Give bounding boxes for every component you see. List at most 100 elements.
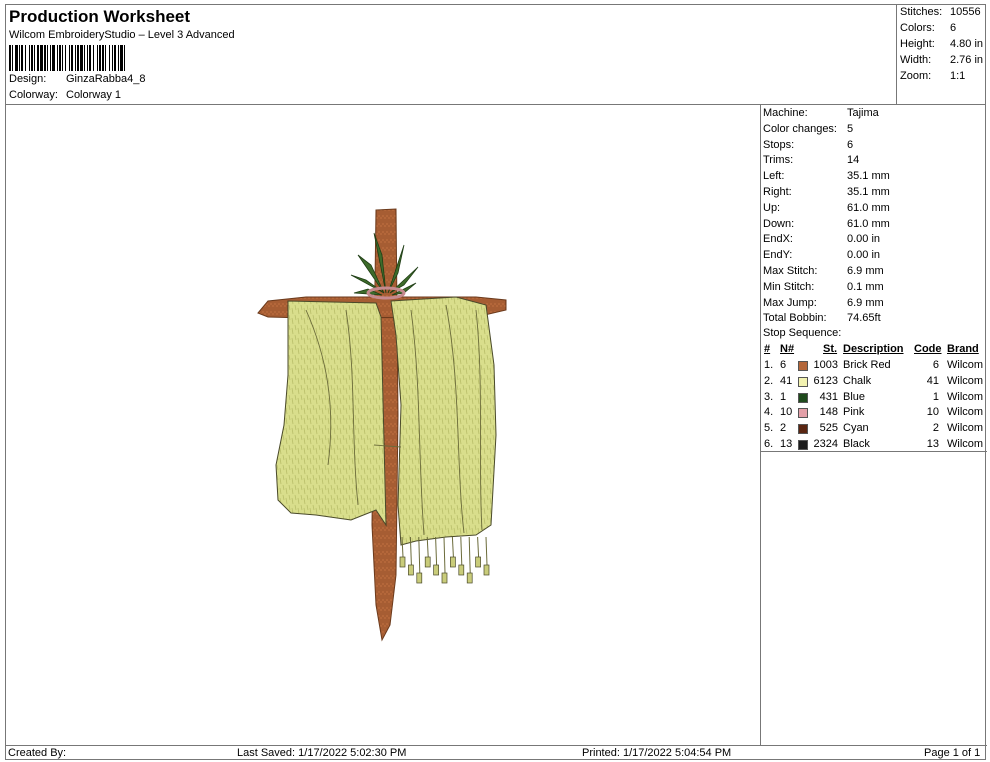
stop-code: 2 [932, 422, 939, 435]
design-label: Design: [9, 73, 47, 85]
machine-info-value: 0.00 in [847, 249, 881, 262]
stop-sequence-header-row: # N# St. Description Code Brand [761, 343, 987, 357]
column-header-code: Code [914, 343, 942, 355]
stop-index: 2. [764, 374, 774, 387]
machine-info-value: 74.65ft [847, 312, 881, 325]
machine-info-row: Max Jump: 6.9 mm [763, 297, 884, 309]
machine-info-row: Min Stitch: 0.1 mm [763, 281, 884, 293]
thread-color-swatch [798, 408, 808, 419]
machine-info-label: Total Bobbin: [763, 312, 827, 325]
stop-description: Cyan [843, 422, 869, 435]
page-title: Production Worksheet [9, 7, 191, 26]
stop-stitches: 1003 [813, 359, 838, 371]
machine-info-row: Up: 61.0 mm [763, 202, 890, 214]
machine-info-row: EndY: 0.00 in [763, 249, 880, 261]
stop-sequence-heading: Stop Sequence: [763, 327, 842, 339]
colorway-label: Colorway: [9, 89, 58, 101]
thread-color-swatch [798, 361, 808, 371]
stop-index: 3. [764, 390, 774, 403]
design-summary: Stitches: 10556 Colors: 6 Height: 4.80 in W… [896, 5, 986, 105]
machine-info-value: 35.1 mm [847, 170, 890, 183]
stop-code: 10 [926, 406, 939, 419]
summary-label: Stitches: [900, 6, 943, 18]
stop-stitches: 148 [819, 406, 838, 419]
summary-label: Width: [900, 54, 932, 66]
summary-label: Zoom: [900, 70, 932, 82]
summary-row: Colors: 6 [900, 22, 956, 34]
stop-sequence-row: 2. 41 6123 Chalk 41 Wilcom [761, 375, 987, 390]
machine-info-label: Max Jump: [763, 296, 817, 309]
machine-info-label: Color changes: [763, 122, 837, 135]
stop-description: Black [843, 438, 870, 450]
column-header-description: Description [843, 343, 904, 355]
machine-info-label: Machine: [763, 107, 808, 119]
machine-info-row: Color changes: 5 [763, 123, 853, 135]
machine-info-label: Right: [763, 186, 792, 198]
thread-color-swatch [798, 424, 808, 435]
machine-info-row: Total Bobbin: 74.65ft [763, 312, 881, 324]
column-header-brand: Brand [947, 343, 979, 355]
summary-value: 1:1 [950, 70, 966, 82]
colorway-row: Colorway: Colorway 1 [9, 89, 121, 101]
machine-info-label: Up: [763, 201, 781, 214]
design-value: GinzaRabba4_8 [66, 73, 146, 85]
summary-value: 2.76 in [950, 54, 984, 66]
summary-value: 10556 [950, 6, 981, 18]
stop-code: 41 [926, 374, 939, 387]
stop-code: 13 [926, 438, 939, 450]
machine-info-row: Right: 35.1 mm [763, 186, 890, 198]
stop-stitches: 431 [819, 390, 838, 403]
embroidery-design-image [257, 208, 507, 642]
stop-description: Blue [843, 390, 866, 403]
stop-sequence-row: 4. 10 148 Pink 10 Wilcom [761, 406, 987, 421]
stop-stitches: 525 [819, 422, 838, 435]
stop-index: 6. [764, 438, 774, 450]
stop-brand: Wilcom [947, 406, 984, 419]
stop-needle: 10 [780, 406, 793, 419]
machine-info-value: 6.9 mm [847, 265, 884, 277]
machine-info-row: Trims: 14 [763, 154, 859, 166]
stop-needle: 13 [780, 438, 793, 450]
summary-label: Colors: [900, 22, 935, 34]
stop-stitches: 6123 [813, 374, 838, 387]
stop-index: 4. [764, 406, 774, 419]
machine-info-value: 0.00 in [847, 233, 881, 246]
stop-code: 1 [932, 390, 939, 403]
machine-info-row: Stops: 6 [763, 139, 853, 151]
stop-needle: 1 [780, 390, 787, 403]
machine-info-label: EndY: [763, 249, 793, 262]
created-by: Created By: [8, 747, 67, 759]
machine-info-value: 61.0 mm [847, 217, 890, 230]
design-preview [6, 105, 761, 745]
machine-info-value: 5 [847, 122, 854, 135]
thread-color-swatch [798, 376, 808, 387]
machine-info-row: Machine: Tajima [763, 107, 879, 119]
machine-info-label: Left: [763, 170, 785, 183]
summary-row: Width: 2.76 in [900, 54, 983, 66]
printed-date: Printed: 1/17/2022 5:04:54 PM [582, 747, 732, 759]
stop-needle: 2 [780, 422, 787, 435]
column-header-st: St. [823, 343, 838, 355]
machine-info-label: EndX: [763, 233, 793, 246]
machine-info-label: Stops: [763, 138, 795, 151]
stop-code: 6 [932, 359, 939, 371]
summary-row: Zoom: 1:1 [900, 70, 965, 82]
machine-info-value: 35.1 mm [847, 186, 890, 198]
stop-index: 1. [764, 359, 774, 371]
stop-description: Brick Red [843, 359, 891, 371]
stop-sequence-row: 3. 1 431 Blue 1 Wilcom [761, 391, 987, 406]
machine-info-label: Min Stitch: [763, 280, 815, 293]
stop-description: Chalk [843, 374, 872, 387]
page-number: Page 1 of 1 [924, 747, 981, 759]
stop-sequence-row: 6. 13 2324 Black 13 Wilcom [761, 438, 987, 453]
machine-info-value: 6.9 mm [847, 296, 884, 309]
summary-value: 6 [950, 22, 957, 34]
column-header-index: # [764, 343, 771, 355]
machine-info-value: 61.0 mm [847, 201, 890, 214]
worksheet-footer: Created By: Last Saved: 1/17/2022 5:02:3… [6, 745, 987, 761]
worksheet-header: Production Worksheet Wilcom EmbroiderySt… [6, 5, 896, 105]
stop-sequence-row: 1. 6 1003 Brick Red 6 Wilcom [761, 359, 987, 374]
software-name: Wilcom EmbroideryStudio – Level 3 Advanc… [9, 29, 235, 41]
machine-info-value: 6 [847, 138, 854, 151]
worksheet: Production Worksheet Wilcom EmbroiderySt… [5, 4, 987, 761]
